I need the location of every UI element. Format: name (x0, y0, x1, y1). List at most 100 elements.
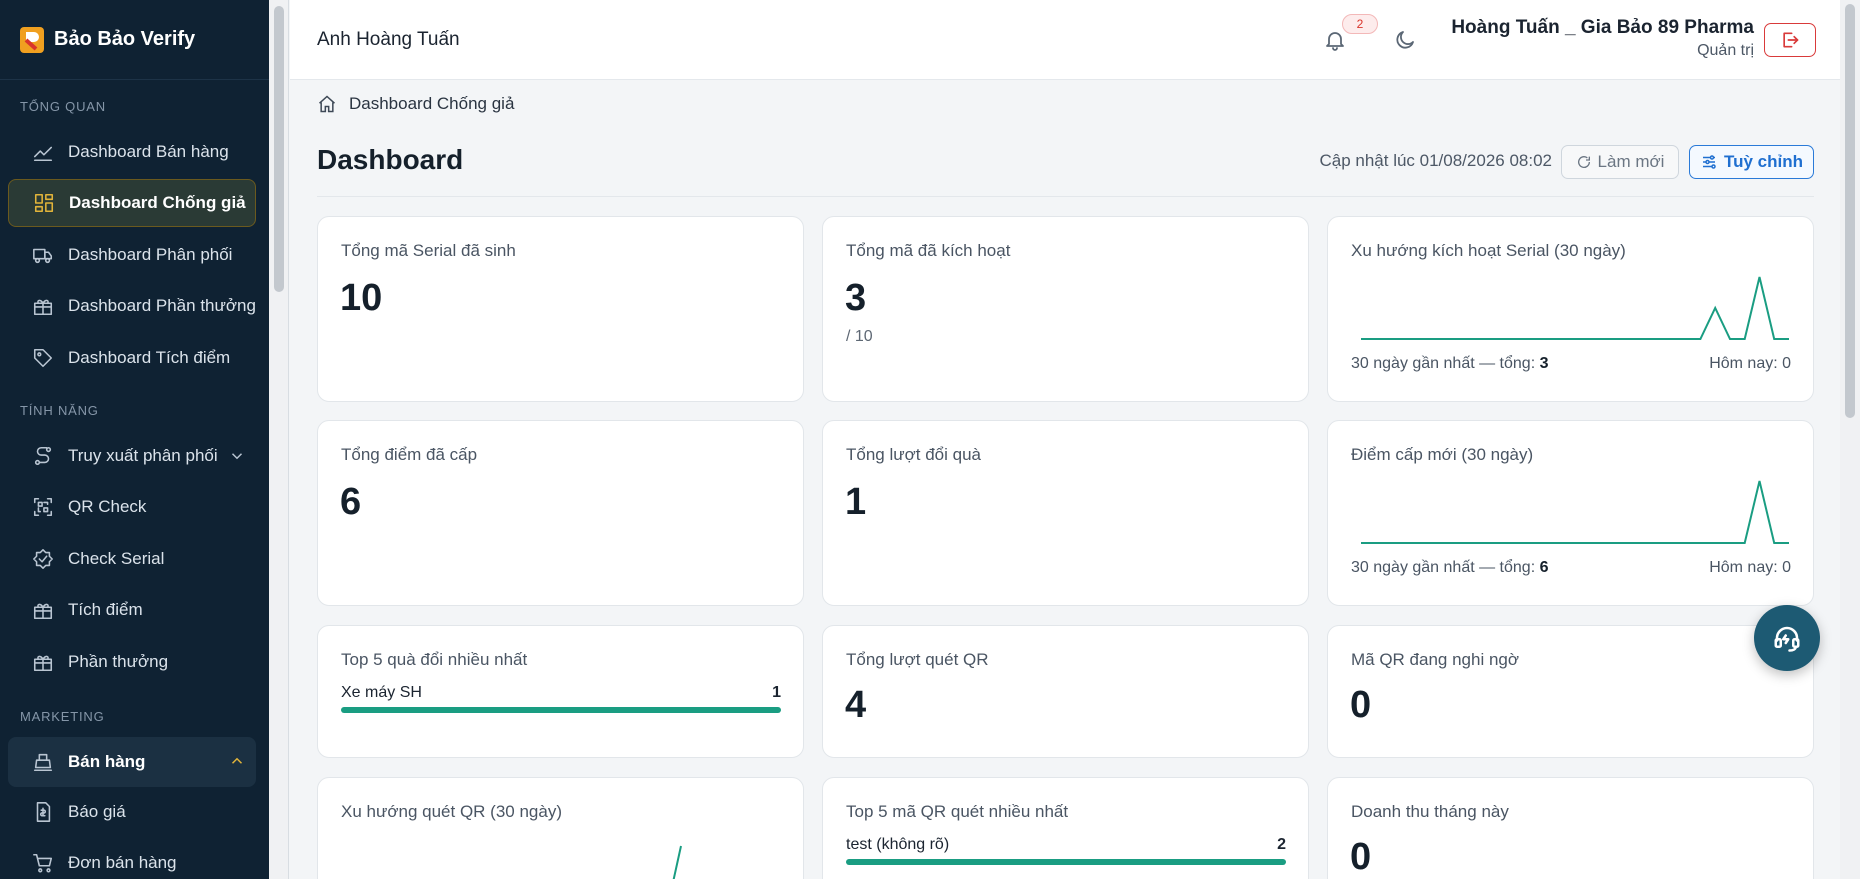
section-title-features: TÍNH NĂNG (20, 403, 99, 418)
card-activation-trend: Xu hướng kích hoạt Serial (30 ngày) 30 n… (1327, 216, 1814, 402)
card-redemptions: Tổng lượt đổi quà 1 (822, 420, 1309, 606)
refresh-label: Làm mới (1597, 152, 1665, 171)
sidebar-scrollbar-thumb[interactable] (274, 6, 284, 292)
sidebar-item-label: Dashboard Tích điểm (68, 348, 231, 367)
main-scrollbar[interactable] (1840, 0, 1860, 879)
sidebar-item-quotation[interactable]: Báo giá (8, 788, 256, 836)
bell-icon[interactable] (1323, 28, 1347, 52)
rank-label: Xe máy SH (341, 684, 422, 701)
page-title: Dashboard (317, 144, 464, 175)
invoice-icon (32, 801, 54, 823)
card-qr-scans: Tổng lượt quét QR 4 (822, 625, 1309, 758)
trend-total: 30 ngày gần nhất — tổng: 6 (1351, 559, 1549, 577)
qr-scan-icon (32, 496, 54, 518)
breadcrumb: Dashboard Chống giả (317, 94, 514, 114)
sparkline-series (1361, 480, 1789, 544)
rank-row: test (không rõ) 2 (846, 836, 1286, 865)
badge-check-icon (32, 548, 54, 570)
trend-today: Hôm nay: 0 (1709, 355, 1791, 372)
sparkline-chart (1361, 276, 1789, 340)
card-subvalue: / 10 (846, 328, 873, 345)
user-info[interactable]: Hoàng Tuấn _ Gia Bảo 89 Pharma Quản trị (1451, 17, 1754, 60)
brand[interactable]: Bảo Bảo Verify (0, 0, 269, 80)
trend-total-value: 3 (1539, 355, 1549, 372)
notification-badge: 2 (1342, 14, 1378, 34)
brand-name: Bảo Bảo Verify (54, 28, 196, 50)
refresh-button[interactable]: Làm mới (1561, 145, 1679, 179)
sidebar-scrollbar[interactable] (269, 0, 289, 879)
customize-label: Tuỳ chỉnh (1723, 152, 1803, 171)
home-icon[interactable] (317, 94, 337, 114)
rank-value: 2 (1277, 836, 1286, 853)
cart-icon (32, 852, 54, 874)
user-role: Quản trị (1697, 42, 1754, 59)
card-value: 10 (340, 277, 383, 319)
moon-icon[interactable] (1393, 28, 1417, 52)
card-revenue: Doanh thu tháng này 0 (1327, 777, 1814, 879)
chevron-down-icon[interactable] (228, 447, 246, 465)
sidebar-item-dashboard-rewards[interactable]: Dashboard Phần thưởng (8, 282, 256, 330)
sidebar-item-trace-distribution[interactable]: Truy xuất phân phối (8, 432, 256, 480)
sidebar-item-rewards[interactable]: Phần thưởng (8, 638, 256, 686)
sidebar-item-dashboard-distribution[interactable]: Dashboard Phân phối (8, 231, 256, 279)
sidebar-item-label: Phần thưởng (68, 652, 169, 671)
card-value: 6 (340, 481, 362, 523)
sidebar-item-points[interactable]: Tích điểm (8, 586, 256, 634)
gift-icon (32, 295, 54, 317)
sidebar-item-label: Dashboard Bán hàng (68, 142, 229, 161)
card-points-issued: Tổng điểm đã cấp 6 (317, 420, 804, 606)
customize-button[interactable]: Tuỳ chỉnh (1689, 145, 1814, 179)
sidebar-item-label: Báo giá (68, 802, 126, 821)
card-serial-generated: Tổng mã Serial đã sinh 10 (317, 216, 804, 402)
rank-value: 1 (772, 684, 781, 701)
main-scrollbar-thumb[interactable] (1845, 4, 1855, 418)
card-title: Top 5 quà đổi nhiều nhất (341, 650, 528, 669)
gift-icon (32, 651, 54, 673)
trend-today: Hôm nay: 0 (1709, 559, 1791, 576)
support-chat-button[interactable] (1754, 605, 1820, 671)
cash-register-icon (32, 751, 54, 773)
sparkline-chart (1361, 480, 1789, 544)
grid-dashboard-icon (33, 192, 55, 214)
section-title-overview: TỔNG QUAN (20, 99, 106, 114)
trend-total: 30 ngày gần nhất — tổng: 3 (1351, 355, 1549, 373)
trend-line-icon (32, 141, 54, 163)
sidebar-item-label: Đơn bán hàng (68, 853, 177, 872)
card-suspicious-qr: Mã QR đang nghi ngờ 0 (1327, 625, 1814, 758)
sliders-icon (1702, 155, 1716, 169)
rank-label: test (không rõ) (846, 836, 950, 853)
sidebar-item-qr-check[interactable]: QR Check (8, 483, 256, 531)
route-icon (32, 445, 54, 467)
trend-total-prefix: 30 ngày gần nhất — tổng: (1351, 355, 1540, 372)
chevron-up-icon[interactable] (228, 752, 246, 770)
card-top-gifts: Top 5 quà đổi nhiều nhất Xe máy SH 1 (317, 625, 804, 758)
card-title: Mã QR đang nghi ngờ (1351, 650, 1520, 669)
card-value: 0 (1350, 684, 1372, 726)
sidebar-item-label: QR Check (68, 497, 147, 516)
sidebar-item-sales-orders[interactable]: Đơn bán hàng (8, 839, 256, 879)
rank-bar (341, 707, 781, 713)
sidebar-item-dashboard-points[interactable]: Dashboard Tích điểm (8, 334, 256, 382)
sidebar-item-label: Truy xuất phân phối (68, 446, 218, 465)
user-company: Hoàng Tuấn _ Gia Bảo 89 Pharma (1451, 17, 1754, 38)
section-title-marketing: MARKETING (20, 709, 105, 724)
sidebar-item-dashboard-anti-counterfeit[interactable]: Dashboard Chống giả (8, 179, 256, 227)
sidebar-item-label: Tích điểm (68, 600, 143, 619)
card-title: Xu hướng quét QR (30 ngày) (341, 802, 562, 821)
sidebar-item-label: Bán hàng (68, 752, 146, 771)
last-updated-text: Cập nhật lúc 01/08/2026 08:02 (1319, 151, 1552, 170)
tag-icon (32, 347, 54, 369)
header-user-name: Anh Hoàng Tuấn (317, 29, 460, 50)
sidebar-item-label: Dashboard Chống giả (69, 193, 246, 212)
card-title: Tổng lượt đổi quà (846, 445, 981, 464)
card-title: Tổng mã đã kích hoạt (846, 241, 1011, 260)
headset-icon (1774, 626, 1800, 652)
sidebar-item-label: Dashboard Phần thưởng (68, 296, 256, 315)
card-value: 3 (845, 277, 867, 319)
card-title: Doanh thu tháng này (1351, 802, 1509, 821)
sidebar-item-check-serial[interactable]: Check Serial (8, 535, 256, 583)
sidebar-item-dashboard-sales[interactable]: Dashboard Bán hàng (8, 128, 256, 176)
logout-button[interactable] (1764, 23, 1816, 57)
card-title: Xu hướng kích hoạt Serial (30 ngày) (1351, 241, 1626, 260)
sidebar-item-sales[interactable]: Bán hàng (8, 737, 256, 787)
